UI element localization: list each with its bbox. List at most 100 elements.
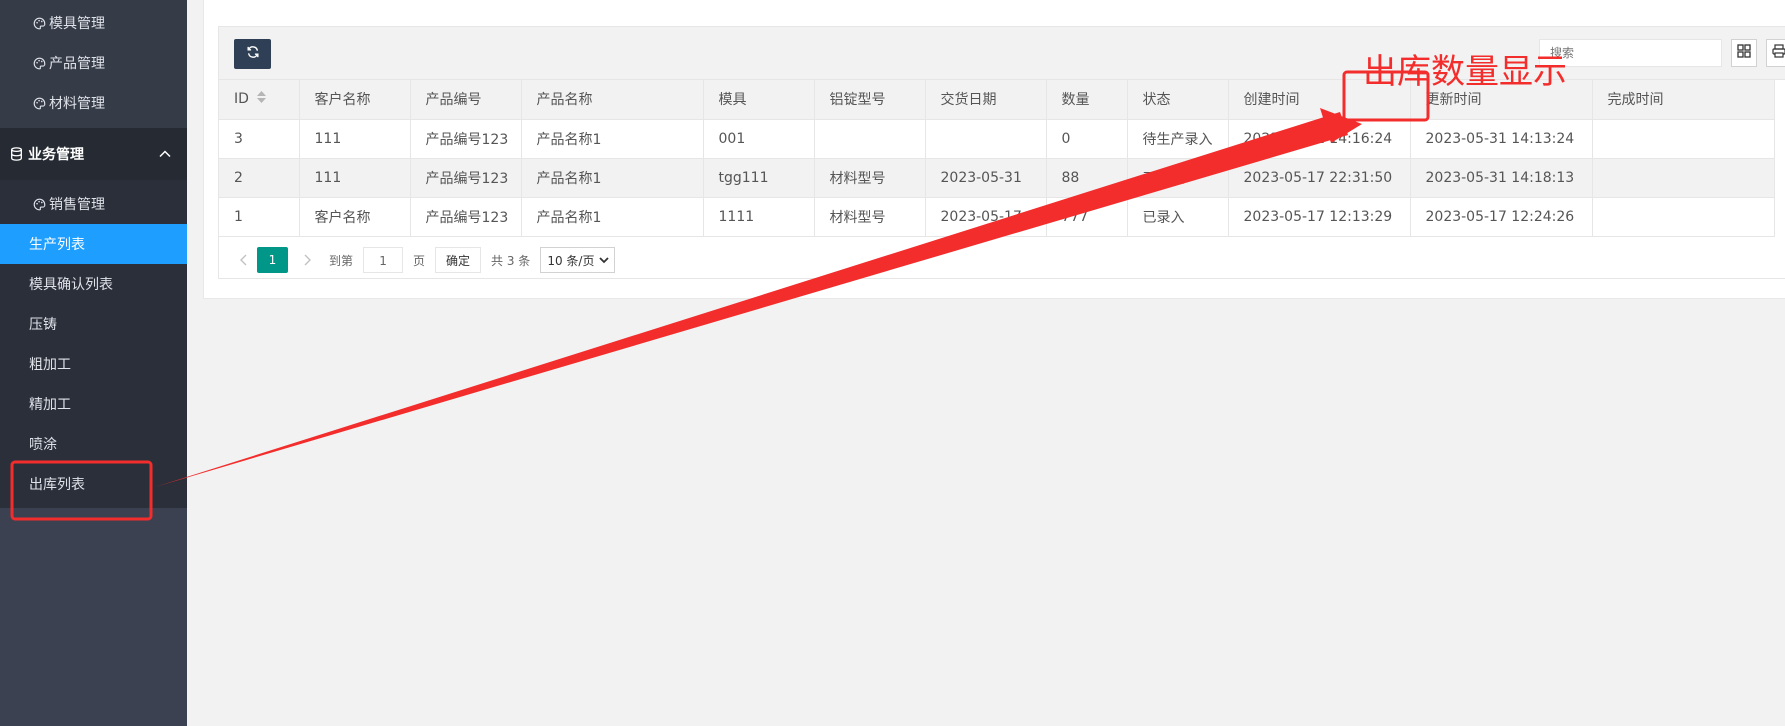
columns-icon [1737,44,1751,62]
table-cell: 001 [703,119,815,159]
table-cell: 产品名称1 [521,119,704,159]
refresh-button[interactable] [234,39,271,69]
sidebar-item-finish-machining[interactable]: 精加工 [0,384,187,424]
column-header: 状态 [1127,80,1229,120]
table-cell: 111 [299,158,411,198]
refresh-icon [246,45,260,63]
palette-icon [31,95,47,111]
sidebar-item-die-casting[interactable]: 压铸 [0,304,187,344]
table-cell: 待生产录入 [1127,119,1229,159]
columns-button[interactable] [1731,39,1757,67]
column-header: 模具 [703,80,815,120]
table-cell: 2023-05-17 12:24:26 [1410,197,1593,237]
sidebar-item-sales-management[interactable]: 销售管理 [0,184,187,224]
sidebar-item-spraying[interactable]: 喷涂 [0,424,187,464]
column-header: 数量 [1046,80,1128,120]
table-cell: 2023-05-31 14:13:24 [1410,119,1593,159]
chevron-up-icon[interactable] [157,146,173,162]
sidebar-item-label: 精加工 [29,397,71,413]
sidebar-item-label: 粗加工 [29,357,71,373]
table-cell: 2 [219,158,300,198]
table-cell: 产品编号123 [410,119,522,159]
sidebar-item-label: 喷涂 [29,437,57,453]
print-icon [1772,44,1785,62]
sidebar-item-label: 材料管理 [49,96,105,112]
sidebar-item-product-management[interactable]: 产品管理 [0,43,187,83]
column-header: 完成时间 [1592,80,1775,120]
sidebar-group-label: 业务管理 [28,147,84,163]
sidebar-item-material-management[interactable]: 材料管理 [0,83,187,123]
page-unit-label: 页 [413,253,426,268]
sidebar-item-label: 销售管理 [49,197,105,213]
table-cell [1592,197,1775,237]
table-cell: 产品名称1 [521,197,704,237]
table-cell: 3 [219,119,300,159]
goto-confirm-button[interactable]: 确定 [435,247,482,273]
sidebar-item-label: 压铸 [29,317,57,333]
column-header: 铝锭型号 [814,80,926,120]
table-cell: 材料型号 [814,197,926,237]
palette-icon [31,15,47,31]
table-cell: 777 [1046,197,1128,237]
table-cell: 1 [219,197,300,237]
table-row[interactable]: 3 111 产品编号123 产品名称1 001 0 待生产录入 2023-05-… [219,119,1775,159]
table-row[interactable]: 1 客户名称 产品编号123 产品名称1 1111 材料型号 2023-05-1… [219,197,1775,237]
table-cell: 产品名称1 [521,158,704,198]
sidebar-item-mold-management[interactable]: 模具管理 [0,3,187,43]
table-cell: tgg111 [703,158,815,198]
table-cell: 2023-05-31 [925,158,1047,198]
table-cell [1592,158,1775,198]
table-cell: 2023-05-17 [925,197,1047,237]
goto-label: 到第 [329,253,354,268]
column-header: 产品名称 [521,80,704,120]
page-size-select[interactable]: 10 条/页 [540,247,616,273]
table-cell [814,119,926,159]
column-header-id[interactable]: ID [219,80,300,120]
chevron-right-icon [304,254,311,266]
sidebar-group-business-management[interactable]: 业务管理 [0,128,187,180]
sidebar-item-label: 生产列表 [29,237,85,253]
column-header: 产品编号 [410,80,522,120]
table-cell [1592,119,1775,159]
current-page[interactable]: 1 [257,247,288,273]
print-button[interactable] [1766,39,1785,67]
sidebar-item-production-list[interactable]: 生产列表 [0,224,187,264]
table-row[interactable]: 2 111 产品编号123 产品名称1 tgg111 材料型号 2023-05-… [219,158,1775,198]
pagination: 1 到第 1 页 确定 共 3 条 10 条/页 [219,240,1785,280]
total-count: 共 3 条 [491,253,531,268]
sidebar-item-rough-machining[interactable]: 粗加工 [0,344,187,384]
palette-icon [31,55,47,71]
chevron-down-icon [599,257,610,264]
database-icon [10,147,24,161]
table-cell: 0 [1046,119,1128,159]
palette-icon [31,196,47,212]
sidebar-item-label: 出库列表 [29,477,85,493]
sidebar-item-label: 模具管理 [49,16,105,32]
table-cell: 111 [299,119,411,159]
sort-icon[interactable] [256,91,266,107]
table-cell: 已录入 [1127,197,1229,237]
page-size-value: 10 条/页 [547,253,595,268]
sidebar-item-label: 模具确认列表 [29,277,113,293]
goto-page-input[interactable]: 1 [363,247,404,273]
data-table: ID 客户名称 产品编号 产品名称 模具 铝锭型号 交货日期 数量 状态 创建时… [219,80,1775,237]
next-page-button[interactable] [297,250,317,270]
table-cell: 已录入 [1127,158,1229,198]
sidebar-item-mold-confirm-list[interactable]: 模具确认列表 [0,264,187,304]
table-cell: 88 [1046,158,1128,198]
annotation-label: 出库数量显示 [1363,52,1567,92]
table-cell: 2023-05-17 22:31:50 [1228,158,1411,198]
table-cell: 客户名称 [299,197,411,237]
table-cell: 1111 [703,197,815,237]
sidebar-item-outbound-list[interactable]: 出库列表 [0,464,187,504]
table-cell: 2023-05-17 12:13:29 [1228,197,1411,237]
sidebar-bottom-area [0,508,187,726]
table-cell: 产品编号123 [410,197,522,237]
table-cell: 产品编号123 [410,158,522,198]
prev-page-button[interactable] [234,250,254,270]
sidebar: 模具管理 产品管理 材料管理 业务管理 销售管理 生产列表 模具确认列表 压铸 [0,0,187,726]
chevron-left-icon [240,254,247,266]
column-header: 客户名称 [299,80,411,120]
table-cell: 材料型号 [814,158,926,198]
table-cell: 2023-05-31 14:16:24 [1228,119,1411,159]
